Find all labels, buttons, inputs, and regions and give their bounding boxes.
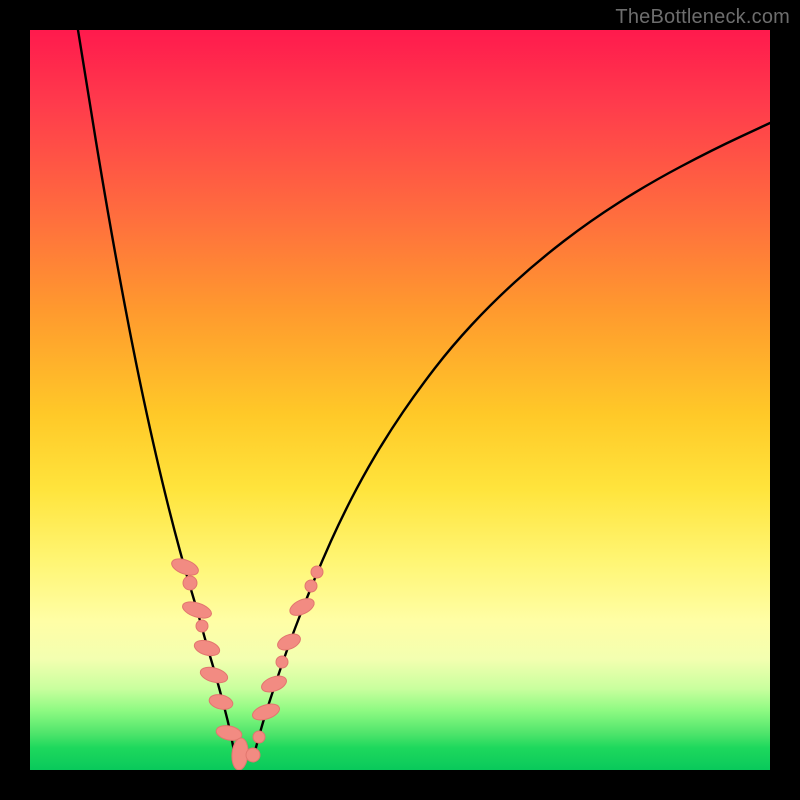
curve-segment: [255, 123, 770, 751]
marker-pill: [193, 638, 222, 659]
marker-pill: [181, 599, 214, 622]
marker-pill: [251, 701, 282, 723]
marker-dot: [246, 748, 260, 762]
marker-pill: [208, 692, 235, 711]
marker-group: [169, 556, 323, 770]
marker-pill: [199, 665, 230, 686]
chart-svg: [30, 30, 770, 770]
marker-dot: [253, 731, 265, 743]
chart-frame: TheBottleneck.com: [0, 0, 800, 800]
watermark-text: TheBottleneck.com: [615, 6, 790, 29]
marker-dot: [183, 576, 197, 590]
plot-area: [30, 30, 770, 770]
marker-dot: [276, 656, 288, 668]
marker-pill: [275, 631, 303, 653]
marker-pill: [259, 673, 288, 695]
marker-dot: [305, 580, 317, 592]
marker-pill: [169, 556, 200, 579]
marker-dot: [196, 620, 208, 632]
marker-pill: [287, 595, 316, 619]
marker-dot: [311, 566, 323, 578]
